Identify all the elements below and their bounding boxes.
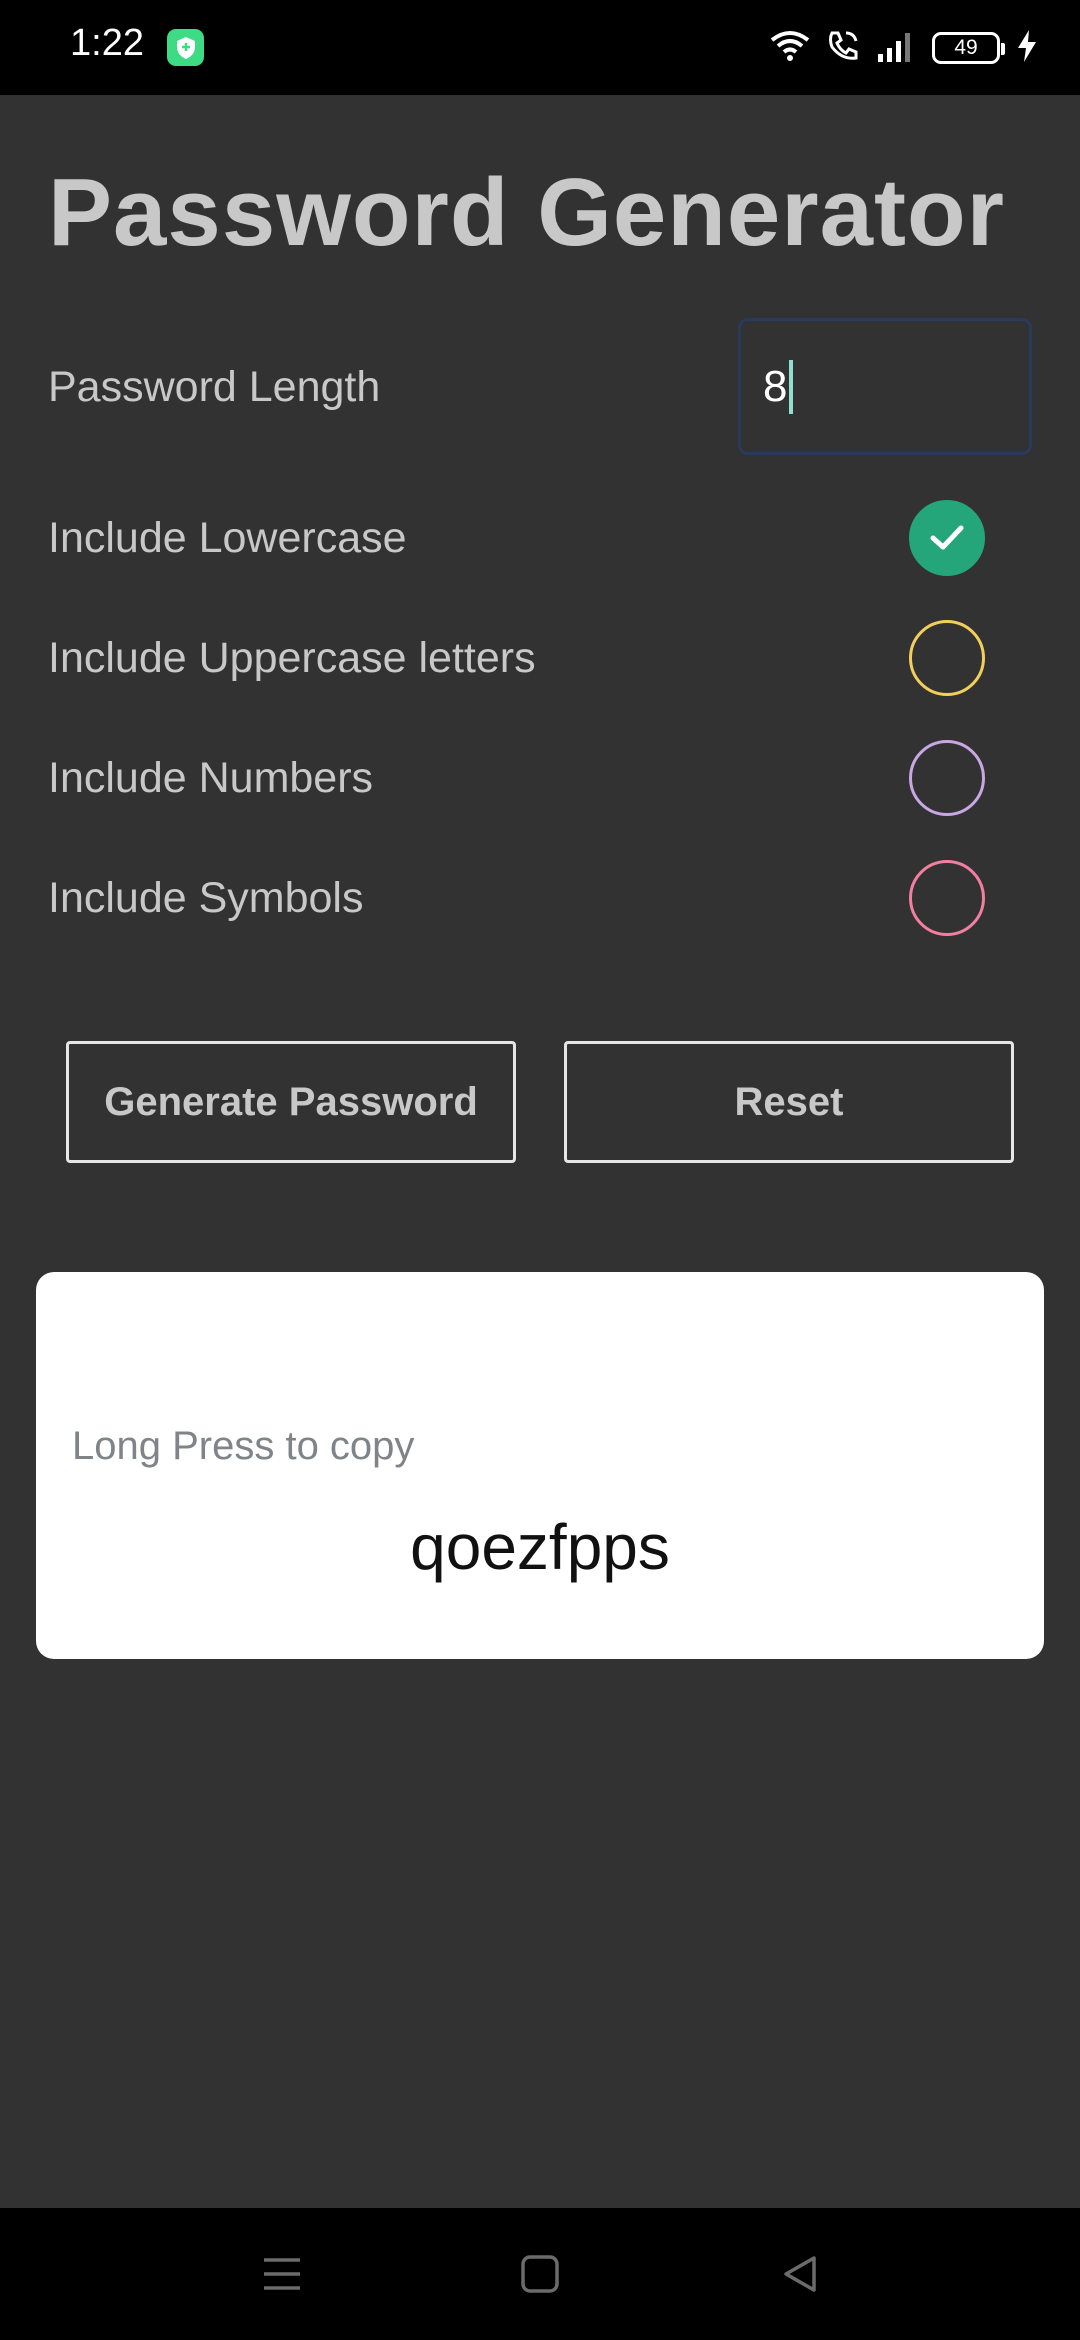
password-length-value: 8 [763,361,788,411]
password-length-label: Password Length [48,363,381,411]
page-title: Password Generator [48,159,1005,266]
password-length-input[interactable]: 8 [738,318,1032,455]
uppercase-checkbox[interactable] [909,620,985,696]
navigation-bar [0,2208,1080,2340]
status-time: 1:22 [70,22,144,64]
option-numbers-label: Include Numbers [48,754,374,802]
option-lowercase-label: Include Lowercase [48,514,407,562]
checkmark-icon [930,525,964,550]
option-symbols-label: Include Symbols [48,874,364,922]
shield-app-icon [167,29,204,66]
copy-hint-text: Long Press to copy [72,1424,415,1468]
wifi-icon [770,30,810,67]
option-uppercase-label: Include Uppercase letters [48,634,536,682]
wifi-calling-icon [826,29,860,68]
charging-icon [1016,29,1038,68]
numbers-checkbox[interactable] [909,740,985,816]
back-triangle-icon[interactable] [774,2248,826,2300]
generate-password-button[interactable]: Generate Password [66,1041,516,1163]
reset-button[interactable]: Reset [564,1041,1014,1163]
symbols-checkbox[interactable] [909,860,985,936]
password-result-card[interactable]: Long Press to copy qoezfpps [36,1272,1044,1659]
generated-password[interactable]: qoezfpps [36,1510,1044,1584]
home-square-icon[interactable] [514,2248,566,2300]
status-bar: 1:22 49 [0,0,1080,95]
signal-icon [876,30,916,67]
text-caret [789,359,794,414]
status-icons: 49 [770,26,1038,70]
recents-menu-icon[interactable] [256,2248,308,2300]
lowercase-checkbox[interactable] [909,500,985,576]
battery-icon: 49 [932,32,1005,64]
